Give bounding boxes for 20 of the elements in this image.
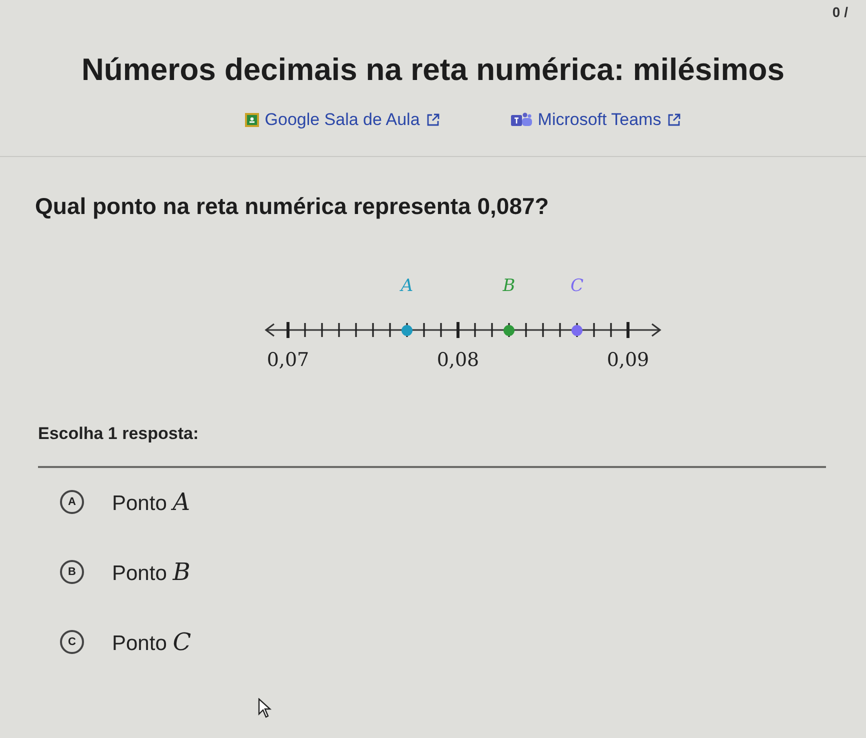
- answer-option[interactable]: A Ponto A: [60, 488, 866, 516]
- tick-label: 0,08: [436, 349, 480, 371]
- answer-option[interactable]: C Ponto C: [60, 628, 866, 656]
- question-text: Qual ponto na reta numérica representa 0,087?: [35, 193, 550, 220]
- teams-icon: [510, 112, 532, 128]
- share-link[interactable]: Microsoft Teams: [510, 110, 682, 130]
- tick-label: 0,09: [606, 349, 650, 371]
- answer-option[interactable]: B Ponto B: [60, 558, 866, 586]
- point-label: B: [502, 276, 516, 296]
- external-link-icon: [426, 113, 440, 127]
- tick-label: 0,07: [266, 349, 310, 371]
- external-link-icon: [667, 113, 682, 127]
- point-label: C: [570, 276, 584, 296]
- share-link[interactable]: Google Sala de Aula: [244, 110, 440, 130]
- mouse-cursor-icon: [258, 698, 272, 718]
- progress-counter: 0 /: [832, 4, 848, 20]
- answer-prompt: Escolha 1 resposta:: [38, 424, 200, 444]
- classroom-icon: [244, 113, 259, 127]
- page-title: Números decimais na reta numérica: milésimos: [80, 52, 786, 88]
- point-label: A: [400, 276, 414, 296]
